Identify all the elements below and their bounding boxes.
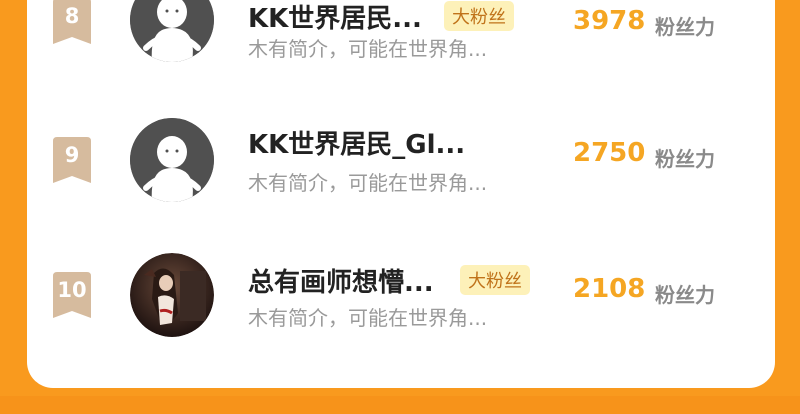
default-avatar-icon[interactable] — [130, 118, 214, 202]
rank-number: 8 — [64, 4, 80, 28]
rank-badge: 8 — [53, 0, 91, 44]
list-item[interactable]: 10 总有画师想懵... 大粉丝 木有简介，可能在世界角... 2108 粉丝力 — [27, 236, 775, 337]
leaderboard-card: 8 KK世界居民... 大粉丝 木有简介，可能在世界角... 3978 粉丝力 … — [27, 0, 775, 388]
user-name[interactable]: KK世界居民... — [248, 0, 422, 35]
list-item[interactable]: 9 KK世界居民_Gl... 木有简介，可能在世界角... 2750 粉丝力 — [27, 100, 775, 202]
list-item[interactable]: 8 KK世界居民... 大粉丝 木有简介，可能在世界角... 3978 粉丝力 — [27, 0, 775, 62]
user-bio: 木有简介，可能在世界角... — [248, 171, 488, 195]
rank-number: 9 — [64, 143, 80, 167]
bottom-bar — [0, 396, 800, 414]
fan-score-label: 粉丝力 — [655, 147, 715, 171]
photo-avatar[interactable] — [130, 253, 214, 337]
user-bio: 木有简介，可能在世界角... — [248, 306, 488, 330]
fan-tag: 大粉丝 — [460, 265, 530, 295]
rank-badge: 10 — [53, 272, 91, 318]
fan-tag: 大粉丝 — [444, 1, 514, 31]
fan-score: 2750 — [573, 138, 646, 168]
rank-badge: 9 — [53, 137, 91, 183]
fan-score-label: 粉丝力 — [655, 283, 715, 307]
user-bio: 木有简介，可能在世界角... — [248, 37, 488, 61]
default-avatar-icon[interactable] — [130, 0, 214, 62]
user-name[interactable]: KK世界居民_Gl... — [248, 124, 465, 161]
fan-score: 3978 — [573, 6, 646, 36]
fan-score: 2108 — [573, 274, 646, 304]
user-name[interactable]: 总有画师想懵... — [248, 262, 434, 299]
rank-number: 10 — [57, 278, 87, 302]
fan-score-label: 粉丝力 — [655, 15, 715, 39]
